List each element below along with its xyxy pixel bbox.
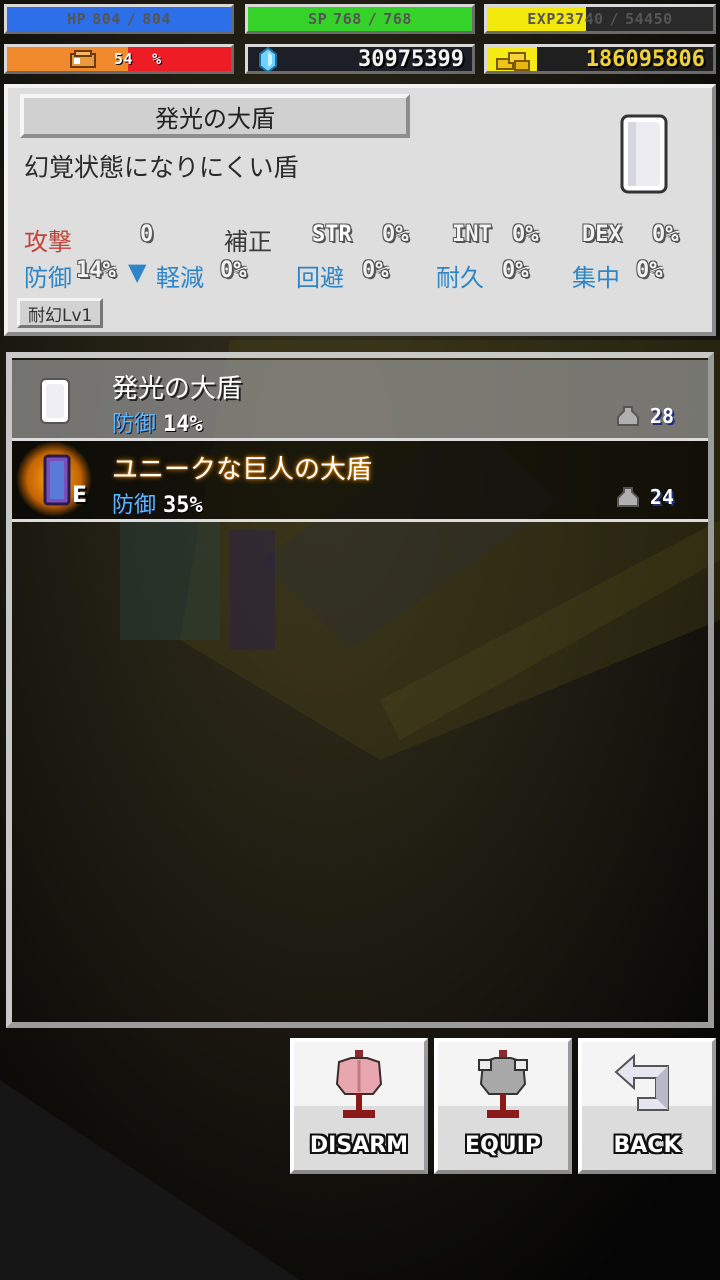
item-weight-value: 24 [649,485,674,509]
durability-value: 0% [502,258,529,283]
dex-label: DEX [582,222,622,247]
sp-label: SP [308,10,328,28]
str-value: 0% [382,222,409,247]
equip-label: EQUIP [465,1133,541,1158]
crystal-counter: 30975399 [245,44,475,74]
hunger-bar: 54% [4,44,234,74]
hunger-value: 54 [114,50,134,68]
defense-down-arrow-icon: ▼ [128,258,147,286]
item-stat-label: 防御 [112,412,157,437]
hunger-unit: % [152,50,162,68]
stat-row-1: 攻撃 0 補正 STR 0% INT 0% DEX 0% [24,222,696,256]
weight-icon [616,406,639,426]
exp-label: EXP [527,10,556,28]
illusion-resist-badge: 耐幻Lv1 [17,298,104,328]
item-stat-label: 防御 [112,493,157,518]
sp-sep: / [367,10,378,28]
hp-current: 804 [92,10,121,28]
item-weight: 28 [616,404,674,428]
gold-count: 186095806 [585,46,705,72]
attack-value: 0 [140,222,154,247]
back-button[interactable]: BACK [578,1038,716,1174]
defense-label: 防御 [24,264,72,292]
back-arrow-icon [614,1053,669,1111]
reduce-label: 軽減 [156,264,204,292]
attack-label: 攻撃 [24,228,72,256]
hp-bar: HP 804 / 804 [4,4,234,34]
sp-max: 768 [383,10,412,28]
item-weight: 24 [616,485,674,509]
glowing-shield-icon [40,378,70,424]
defense-value: 14% [76,258,116,283]
durability-label: 耐久 [436,264,484,292]
equip-button[interactable]: EQUIP [434,1038,572,1174]
weight-icon [616,487,639,507]
exp-bar: EXP 23740 / 54450 [484,4,716,34]
item-stat: 防御 14% [112,406,203,438]
focus-label: 集中 [572,264,620,292]
crystal-count: 30975399 [358,46,464,72]
stat-row-2: 防御 14% ▼ 軽減 0% 回避 0% 耐久 0% 集中 0% [24,258,696,292]
glowing-shield-icon [620,114,668,194]
int-value: 0% [512,222,539,247]
back-label: BACK [613,1133,681,1158]
equipped-mark: E [72,483,88,508]
disarm-label: DISARM [309,1133,409,1158]
item-name: 発光の大盾 [112,374,243,404]
item-weight-value: 28 [649,404,674,428]
item-stat: 防御 35% [112,487,203,519]
int-label: INT [452,222,492,247]
item-name-plate: 発光の大盾 [20,94,410,138]
evade-value: 0% [362,258,389,283]
evade-label: 回避 [296,264,344,292]
reduce-value: 0% [220,258,247,283]
item-detail-panel: 発光の大盾 幻覚状態になりにくい盾 攻撃 0 補正 STR 0% INT 0% … [4,84,716,336]
list-item[interactable]: 発光の大盾 防御 14% 28 [12,360,708,441]
gold-counter: 186095806 [484,44,716,74]
armor-stand-empty-icon [335,1050,383,1118]
exp-max: 54450 [625,10,673,28]
item-stat-value: 14% [163,412,203,437]
str-label: STR [312,222,352,247]
dex-value: 0% [652,222,679,247]
hp-max: 804 [142,10,171,28]
crystal-icon [259,47,277,71]
hp-label: HP [67,10,87,28]
item-list[interactable]: 発光の大盾 防御 14% 28 E ユニークな巨人の大盾 防御 35% 24 [6,352,714,1028]
item-description: 幻覚状態になりにくい盾 [24,153,299,182]
item-name: ユニークな巨人の大盾 [112,455,373,485]
exp-current: 23740 [555,10,604,28]
item-stat-value: 35% [163,493,203,518]
list-item[interactable]: E ユニークな巨人の大盾 防御 35% 24 [12,441,708,522]
focus-value: 0% [636,258,663,283]
hp-sep: / [126,10,137,28]
gold-coins-icon [496,52,530,71]
bonus-label: 補正 [224,228,272,256]
armor-stand-equipped-icon [478,1050,528,1118]
sp-bar: SP 768 / 768 [245,4,475,34]
giant-shield-icon [43,454,71,506]
exp-sep: / [609,10,620,28]
item-name: 発光の大盾 [155,104,275,133]
sp-current: 768 [333,10,362,28]
disarm-button[interactable]: DISARM [290,1038,428,1174]
